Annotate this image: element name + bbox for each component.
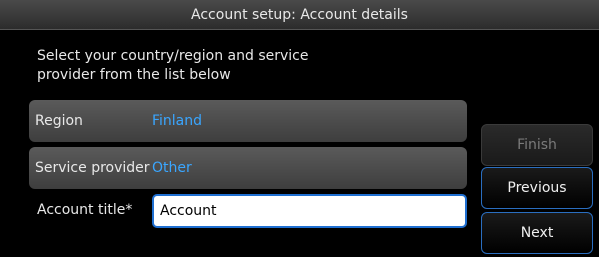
region-label: Region: [35, 113, 83, 129]
account-title-label: Account title*: [37, 202, 133, 218]
window-title: Account setup: Account details: [191, 6, 408, 23]
finish-button[interactable]: Finish: [481, 124, 593, 166]
region-selector[interactable]: Region Finland: [29, 100, 467, 142]
service-provider-label: Service provider: [35, 160, 150, 176]
instructions-text: Select your country/region and service p…: [37, 48, 309, 83]
title-bar: Account setup: Account details: [0, 0, 599, 30]
account-title-input[interactable]: [152, 194, 467, 228]
previous-button[interactable]: Previous: [481, 167, 593, 209]
next-button[interactable]: Next: [481, 212, 593, 254]
service-provider-value: Other: [152, 160, 192, 176]
service-provider-selector[interactable]: Service provider Other: [29, 147, 467, 189]
region-value: Finland: [152, 113, 203, 129]
